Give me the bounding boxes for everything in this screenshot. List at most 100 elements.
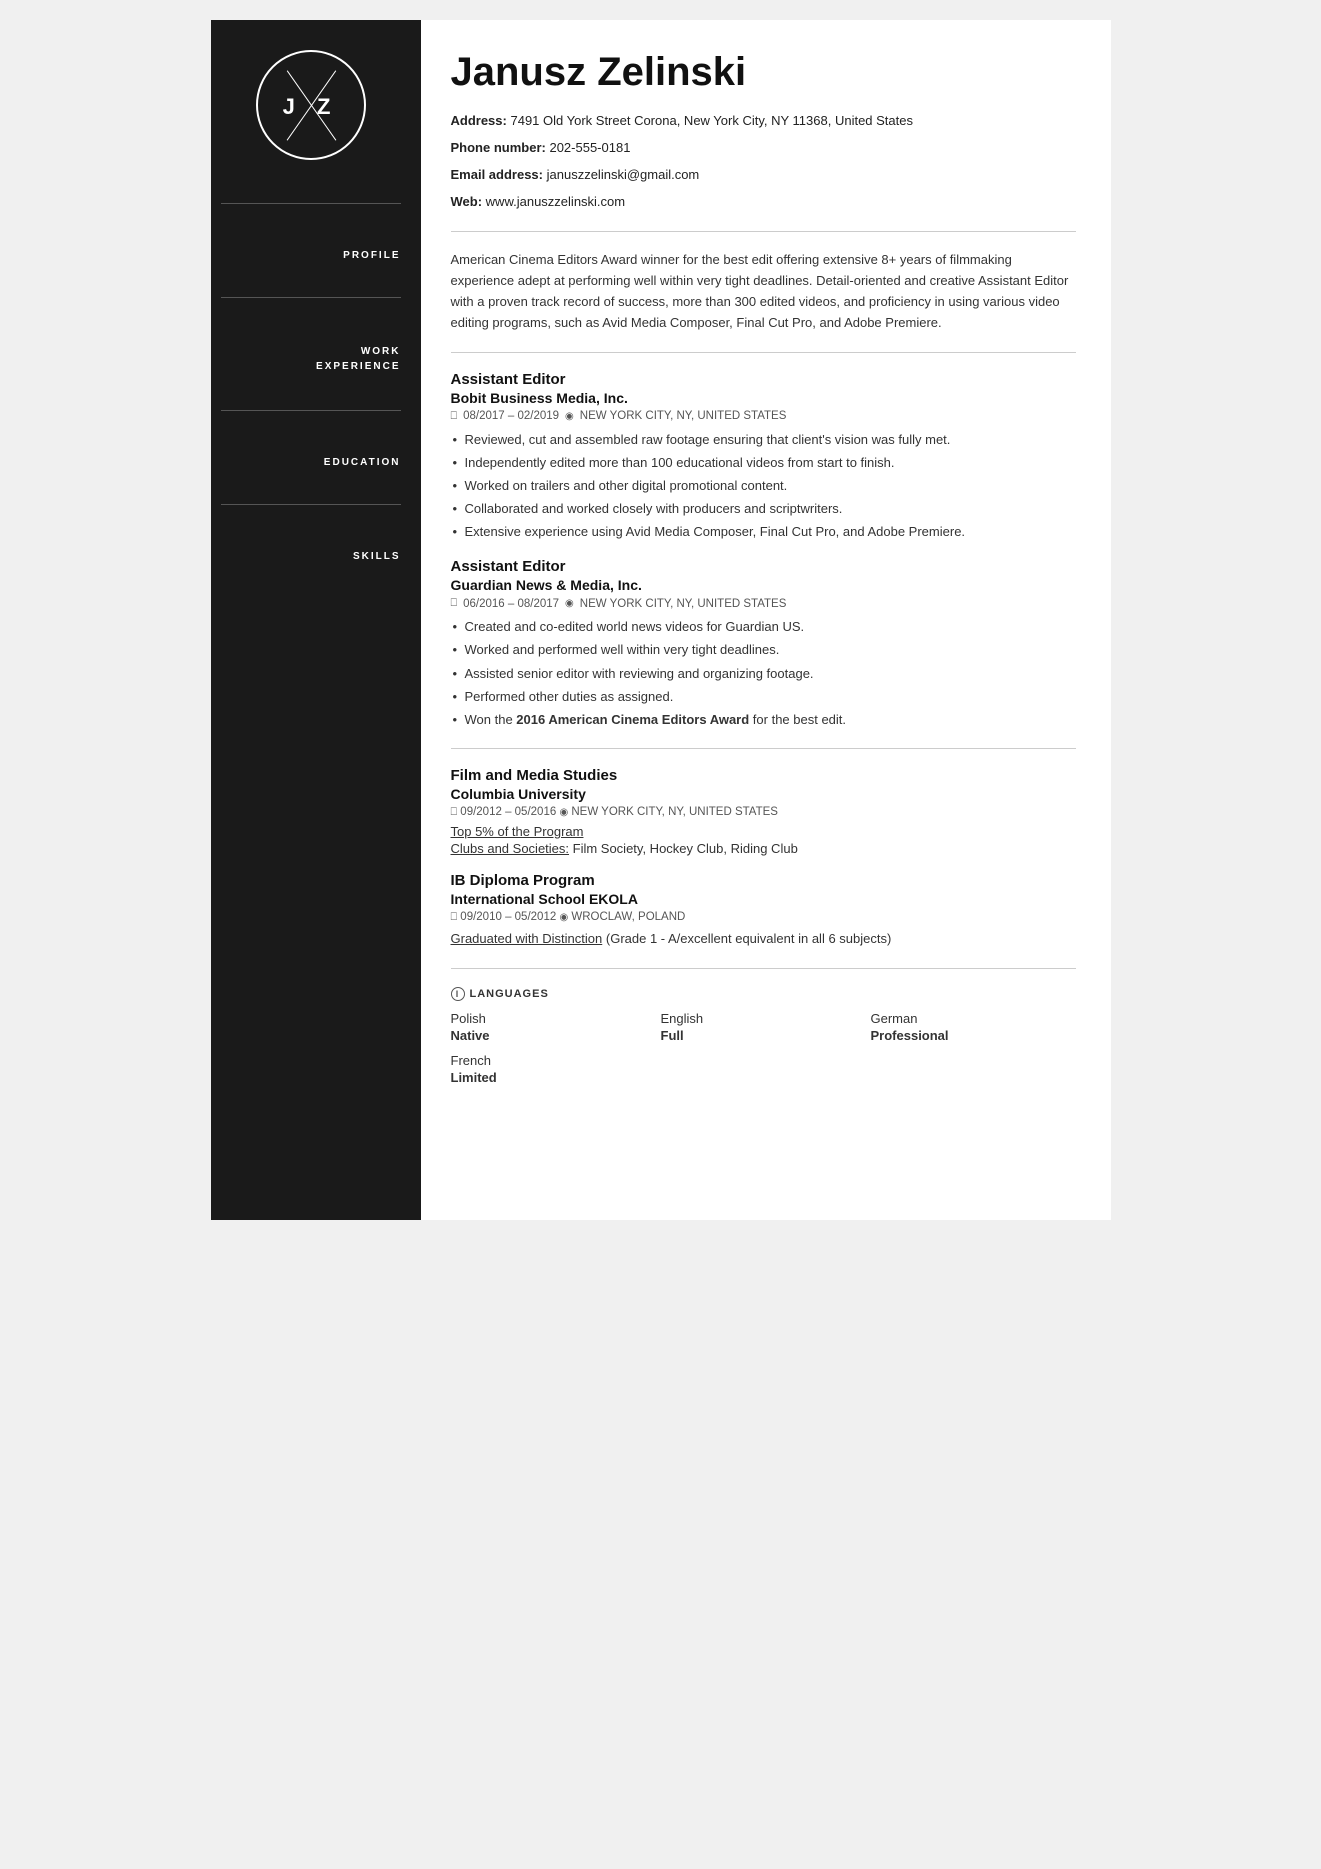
content-divider-2 — [451, 352, 1076, 353]
contact-email: Email address: januszzelinski@gmail.com — [451, 164, 1076, 186]
job-1-bullet-5: Extensive experience using Avid Media Co… — [451, 522, 1076, 542]
work-experience-section: Assistant Editor Bobit Business Media, I… — [451, 371, 1076, 730]
education-section: Film and Media Studies Columbia Universi… — [451, 767, 1076, 950]
web-value: www.januszzelinski.com — [486, 194, 625, 209]
job-1-dates: 08/2017 – 02/2019 — [463, 410, 559, 422]
phone-value: 202-555-0181 — [549, 140, 630, 155]
calendar-icon-edu1: ⎕ — [451, 806, 458, 818]
school-1-detail: Top 5% of the Program — [451, 824, 1076, 839]
job-2-bullet-1: Created and co-edited world news videos … — [451, 617, 1076, 637]
location-icon-edu2: ◉ — [559, 912, 568, 923]
job-1-bullet-4: Collaborated and worked closely with pro… — [451, 499, 1076, 519]
job-2-dates: 06/2016 – 08/2017 — [463, 598, 559, 610]
job-2-title: Assistant Editor — [451, 558, 1076, 575]
lang-french-name: French — [451, 1053, 656, 1068]
sidebar-section-education: EDUCATION — [221, 429, 401, 486]
lang-english: English Full — [661, 1011, 866, 1043]
location-icon-2: ◉ — [565, 598, 574, 609]
lang-german-name: German — [871, 1011, 1076, 1026]
school-2-distinction: Graduated with Distinction — [451, 931, 603, 946]
lang-polish-level: Native — [451, 1028, 656, 1043]
languages-grid-row2: French Limited — [451, 1053, 1076, 1085]
job-1: Assistant Editor Bobit Business Media, I… — [451, 371, 1076, 543]
job-2-bullet-5: Won the 2016 American Cinema Editors Awa… — [451, 710, 1076, 730]
sidebar-divider-4 — [221, 504, 401, 505]
location-icon-1: ◉ — [565, 411, 574, 422]
lang-english-name: English — [661, 1011, 866, 1026]
lang-french: French Limited — [451, 1053, 656, 1085]
job-1-bullet-1: Reviewed, cut and assembled raw footage … — [451, 430, 1076, 450]
main-content: Janusz Zelinski Address: 7491 Old York S… — [421, 20, 1111, 1220]
job-1-location: NEW YORK CITY, NY, UNITED STATES — [580, 410, 787, 422]
candidate-name: Janusz Zelinski — [451, 50, 1076, 95]
skills-section: i LANGUAGES Polish Native English Full G… — [451, 987, 1076, 1085]
email-value: januszzelinski@gmail.com — [547, 167, 700, 182]
school-1-clubs: Clubs and Societies: Film Society, Hocke… — [451, 841, 1076, 856]
clubs-label: Clubs and Societies: — [451, 841, 570, 856]
sidebar: J Z PROFILE WORKEXPERIENCE EDUCATION SKI… — [211, 20, 421, 1220]
content-divider-4 — [451, 968, 1076, 969]
phone-label: Phone number: — [451, 140, 546, 155]
content-divider-3 — [451, 748, 1076, 749]
address-label: Address: — [451, 113, 507, 128]
contact-phone: Phone number: 202-555-0181 — [451, 137, 1076, 159]
sidebar-section-skills: SKILLS — [221, 523, 401, 580]
sidebar-divider-2 — [221, 297, 401, 298]
lang-polish: Polish Native — [451, 1011, 656, 1043]
web-label: Web: — [451, 194, 483, 209]
sidebar-label-education: EDUCATION — [221, 449, 401, 476]
lang-french-level: Limited — [451, 1070, 656, 1085]
lang-english-level: Full — [661, 1028, 866, 1043]
sidebar-label-work: WORKEXPERIENCE — [221, 336, 401, 382]
school-1-degree: Film and Media Studies — [451, 767, 1076, 784]
sidebar-top: J Z — [221, 50, 401, 185]
sidebar-divider-3 — [221, 410, 401, 411]
sidebar-sections: PROFILE WORKEXPERIENCE EDUCATION SKILLS — [221, 185, 401, 580]
school-2-extra: (Grade 1 - A/excellent equivalent in all… — [606, 931, 891, 946]
sidebar-section-work: WORKEXPERIENCE — [221, 316, 401, 392]
school-2-detail: Graduated with Distinction (Grade 1 - A/… — [451, 929, 1076, 950]
job-1-company: Bobit Business Media, Inc. — [451, 390, 1076, 406]
job-2-bullet-2: Worked and performed well within very ti… — [451, 640, 1076, 660]
sidebar-label-skills: SKILLS — [221, 543, 401, 570]
languages-section-label: i LANGUAGES — [451, 987, 1076, 1001]
job-2-location: NEW YORK CITY, NY, UNITED STATES — [580, 598, 787, 610]
calendar-icon-1: ⎕ — [451, 410, 458, 423]
avatar-initials: J Z — [283, 89, 339, 121]
profile-text: American Cinema Editors Award winner for… — [451, 250, 1076, 333]
avatar: J Z — [256, 50, 366, 160]
school-2-name: International School EKOLA — [451, 891, 1076, 907]
lang-german-level: Professional — [871, 1028, 1076, 1043]
email-label: Email address: — [451, 167, 544, 182]
content-divider-1 — [451, 231, 1076, 232]
contact-web: Web: www.januszzelinski.com — [451, 191, 1076, 213]
location-icon-edu1: ◉ — [559, 807, 568, 818]
school-2: IB Diploma Program International School … — [451, 872, 1076, 950]
resume-container: J Z PROFILE WORKEXPERIENCE EDUCATION SKI… — [211, 20, 1111, 1220]
languages-grid-row1: Polish Native English Full German Profes… — [451, 1011, 1076, 1043]
school-1-meta: ⎕ 09/2012 – 05/2016 ◉ NEW YORK CITY, NY,… — [451, 806, 1076, 819]
calendar-icon-edu2: ⎕ — [451, 911, 458, 923]
job-1-bullet-2: Independently edited more than 100 educa… — [451, 453, 1076, 473]
school-2-degree: IB Diploma Program — [451, 872, 1076, 889]
job-1-bullet-3: Worked on trailers and other digital pro… — [451, 476, 1076, 496]
calendar-icon-2: ⎕ — [451, 597, 458, 610]
info-icon: i — [451, 987, 465, 1001]
job-2: Assistant Editor Guardian News & Media, … — [451, 558, 1076, 730]
sidebar-label-profile: PROFILE — [221, 242, 401, 269]
school-1-name: Columbia University — [451, 786, 1076, 802]
job-1-title: Assistant Editor — [451, 371, 1076, 388]
lang-polish-name: Polish — [451, 1011, 656, 1026]
job-2-meta: ⎕ 06/2016 – 08/2017 ◉ NEW YORK CITY, NY,… — [451, 597, 1076, 610]
header-section: Janusz Zelinski Address: 7491 Old York S… — [451, 50, 1076, 213]
languages-label: LANGUAGES — [470, 988, 549, 1000]
lang-german: German Professional — [871, 1011, 1076, 1043]
job-2-bullets: Created and co-edited world news videos … — [451, 617, 1076, 730]
address-value: 7491 Old York Street Corona, New York Ci… — [510, 113, 913, 128]
job-2-bullet-3: Assisted senior editor with reviewing an… — [451, 664, 1076, 684]
job-2-company: Guardian News & Media, Inc. — [451, 577, 1076, 593]
profile-section: American Cinema Editors Award winner for… — [451, 250, 1076, 333]
job-2-bullet-4: Performed other duties as assigned. — [451, 687, 1076, 707]
school-2-meta: ⎕ 09/2010 – 05/2012 ◉ WROCLAW, POLAND — [451, 911, 1076, 924]
sidebar-section-profile: PROFILE — [221, 222, 401, 279]
